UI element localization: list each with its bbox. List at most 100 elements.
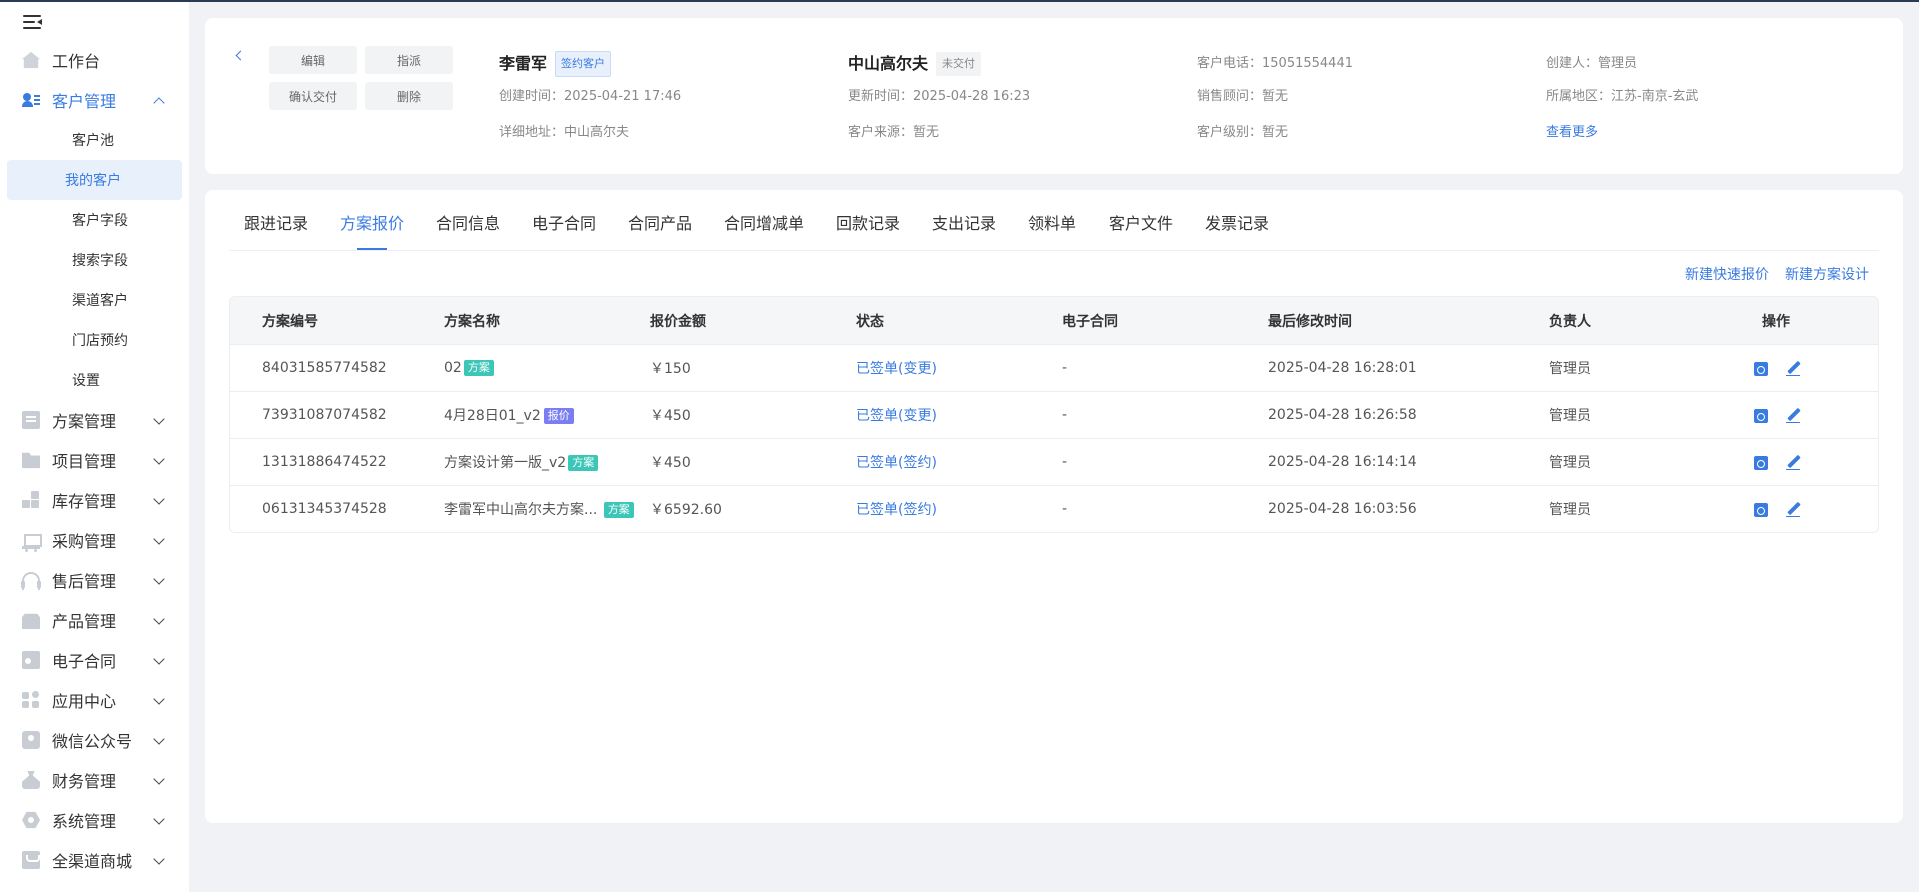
chevron-down-icon — [153, 693, 165, 705]
modified-time: 2025-04-28 16:28:01 — [1268, 360, 1417, 376]
view-icon[interactable] — [1754, 456, 1768, 470]
plan-name: 02 — [444, 360, 462, 376]
tab-contract-info[interactable]: 合同信息 — [436, 210, 500, 234]
tab-follow-up[interactable]: 跟进记录 — [244, 210, 308, 234]
sidebar-item-label: 方案管理 — [52, 412, 117, 431]
sidebar-subitem-customer-fields[interactable]: 客户字段 — [7, 200, 182, 240]
modified-time: 2025-04-28 16:14:14 — [1268, 454, 1417, 470]
owner: 管理员 — [1549, 361, 1591, 377]
active-tab-indicator — [357, 248, 387, 250]
menu-collapse-icon[interactable] — [23, 13, 45, 31]
e-contract-cell: - — [1062, 454, 1068, 470]
status-link[interactable]: 已签单(变更) — [856, 358, 937, 378]
sidebar-item-workbench[interactable]: 工作台 — [0, 40, 189, 80]
contract-icon — [22, 651, 40, 669]
sidebar-item-inventory-management[interactable]: 库存管理 — [0, 480, 189, 520]
owner: 管理员 — [1549, 455, 1591, 471]
e-contract-cell: - — [1062, 407, 1068, 423]
sidebar-subitem-customer-pool[interactable]: 客户池 — [7, 120, 182, 160]
sidebar-subitem-channel-customers[interactable]: 渠道客户 — [7, 280, 182, 320]
quote-amount: ￥6592.60 — [650, 502, 722, 518]
tab-expense-records[interactable]: 支出记录 — [932, 210, 996, 234]
sidebar-subitem-search-fields[interactable]: 搜索字段 — [7, 240, 182, 280]
column-header: 报价金额 — [650, 313, 706, 330]
status-link[interactable]: 已签单(签约) — [856, 499, 937, 519]
customer-name: 李雷军 — [499, 54, 548, 73]
sidebar-item-label: 财务管理 — [52, 772, 117, 791]
tab-contract-changes[interactable]: 合同增减单 — [724, 210, 804, 234]
delete-button[interactable]: 删除 — [365, 82, 453, 110]
edit-icon[interactable] — [1786, 502, 1800, 517]
table-row[interactable]: 84031585774582 02 方案 ￥150 已签单(变更) - 2025-… — [230, 344, 1878, 391]
view-more-link[interactable]: 查看更多 — [1546, 123, 1598, 143]
tab-plan-quote[interactable]: 方案报价 — [340, 210, 404, 234]
sidebar-menu: 工作台 客户管理 客户池 我的客户 客户字段 搜索字段 渠道客户 门店预约 设置… — [0, 40, 189, 880]
assign-button[interactable]: 指派 — [365, 46, 453, 74]
sidebar-item-label: 客户管理 — [52, 92, 117, 111]
table-row[interactable]: 13131886474522 方案设计第一版_v2 方案 ￥450 已签单(签约)… — [230, 438, 1878, 485]
edit-icon[interactable] — [1786, 408, 1800, 423]
column-header: 状态 — [856, 313, 884, 330]
table-row[interactable]: 06131345374528 李雷军中山高尔夫方案... 方案 ￥6592.60… — [230, 485, 1878, 532]
edit-button[interactable]: 编辑 — [269, 46, 357, 74]
edit-icon[interactable] — [1786, 361, 1800, 376]
modified-time: 2025-04-28 16:26:58 — [1268, 407, 1417, 423]
sidebar-item-app-center[interactable]: 应用中心 — [0, 680, 189, 720]
plan-name-cell: 4月28日01_v2 报价 — [444, 405, 574, 425]
sidebar-item-system-management[interactable]: 系统管理 — [0, 800, 189, 840]
sidebar-item-project-management[interactable]: 项目管理 — [0, 440, 189, 480]
sidebar-subitem-settings[interactable]: 设置 — [7, 360, 182, 400]
sidebar: 工作台 客户管理 客户池 我的客户 客户字段 搜索字段 渠道客户 门店预约 设置… — [0, 0, 189, 892]
sidebar-item-after-sales[interactable]: 售后管理 — [0, 560, 189, 600]
gear-icon — [22, 811, 40, 829]
table-row[interactable]: 73931087074582 4月28日01_v2 报价 ￥450 已签单(变更)… — [230, 391, 1878, 438]
edit-icon[interactable] — [1786, 455, 1800, 470]
new-plan-design-link[interactable]: 新建方案设计 — [1785, 264, 1869, 284]
status-link[interactable]: 已签单(签约) — [856, 452, 937, 472]
confirm-delivery-button[interactable]: 确认交付 — [269, 82, 357, 110]
new-quick-quote-link[interactable]: 新建快速报价 — [1685, 264, 1769, 284]
plan-name: 方案设计第一版_v2 — [444, 455, 567, 471]
cart-icon — [22, 531, 42, 552]
project-name: 中山高尔夫 — [848, 54, 929, 73]
chevron-down-icon — [153, 773, 165, 785]
tab-material-requisition[interactable]: 领料单 — [1028, 210, 1076, 234]
home-icon — [22, 51, 40, 69]
sidebar-item-plan-management[interactable]: 方案管理 — [0, 400, 189, 440]
plan-id: 13131886474522 — [262, 454, 387, 470]
plan-id: 06131345374528 — [262, 501, 387, 517]
tab-contract-products[interactable]: 合同产品 — [628, 210, 692, 234]
sidebar-subitem-my-customers[interactable]: 我的客户 — [7, 160, 182, 200]
main-content-card: 跟进记录 方案报价 合同信息 电子合同 合同产品 合同增减单 回款记录 支出记录… — [205, 190, 1903, 823]
e-contract-cell: - — [1062, 501, 1068, 517]
sidebar-item-e-contract[interactable]: 电子合同 — [0, 640, 189, 680]
column-header: 方案名称 — [444, 313, 500, 330]
sidebar-item-customer-management[interactable]: 客户管理 — [0, 80, 189, 120]
folder-icon — [22, 452, 40, 469]
delivery-status-badge: 未交付 — [936, 52, 982, 76]
sidebar-item-wechat-official[interactable]: 微信公众号 — [0, 720, 189, 760]
plan-icon — [22, 411, 40, 429]
status-link[interactable]: 已签单(变更) — [856, 405, 937, 425]
sidebar-item-label: 采购管理 — [52, 532, 117, 551]
back-icon[interactable] — [235, 50, 246, 61]
sidebar-subitem-store-booking[interactable]: 门店预约 — [7, 320, 182, 360]
plan-id: 84031585774582 — [262, 360, 387, 376]
tab-e-contract[interactable]: 电子合同 — [532, 210, 596, 234]
tab-customer-files[interactable]: 客户文件 — [1109, 210, 1173, 234]
plan-type-badge: 方案 — [463, 360, 494, 376]
sidebar-item-purchase-management[interactable]: 采购管理 — [0, 520, 189, 560]
tab-payment-records[interactable]: 回款记录 — [836, 210, 900, 234]
sidebar-item-omnichannel-mall[interactable]: 全渠道商城 — [0, 840, 189, 880]
view-icon[interactable] — [1754, 362, 1768, 376]
view-icon[interactable] — [1754, 503, 1768, 517]
view-icon[interactable] — [1754, 409, 1768, 423]
sidebar-item-product-management[interactable]: 产品管理 — [0, 600, 189, 640]
customer-header-card: 编辑 指派 确认交付 删除 李雷军 签约客户 创建时间：2025-04-21 1… — [205, 18, 1903, 174]
chevron-down-icon — [153, 413, 165, 425]
chevron-down-icon — [153, 853, 165, 865]
sidebar-item-finance-management[interactable]: 财务管理 — [0, 760, 189, 800]
owner: 管理员 — [1549, 408, 1591, 424]
quote-amount: ￥450 — [650, 408, 691, 424]
tab-invoice-records[interactable]: 发票记录 — [1205, 210, 1269, 234]
